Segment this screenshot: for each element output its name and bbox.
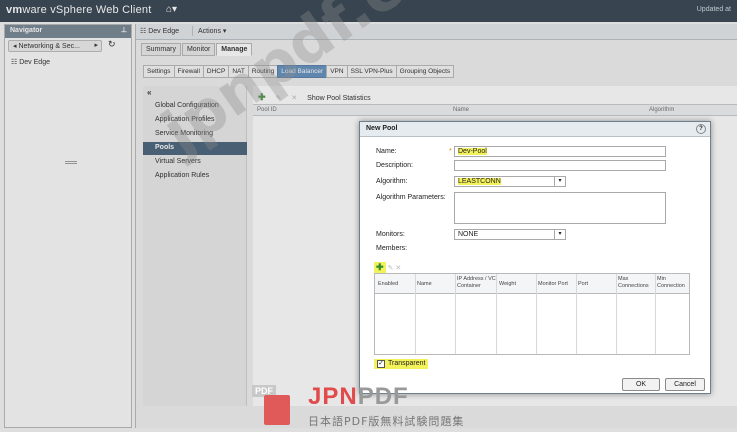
brand-subtitle: 日本語PDF版無料試験問題集 — [308, 415, 465, 428]
column-name[interactable]: Name — [417, 281, 432, 288]
members-table: Enabled Name IP Address / VC Container W… — [374, 273, 690, 355]
column-divider — [616, 274, 617, 354]
transparent-checkbox[interactable]: ✓ Transparent — [374, 359, 429, 369]
column-divider — [455, 274, 456, 354]
column-ip-address[interactable]: IP Address / VC Container — [457, 276, 497, 290]
name-field[interactable]: Dev-Pool — [454, 146, 666, 157]
column-enabled[interactable]: Enabled — [378, 281, 398, 288]
column-monitor-port[interactable]: Monitor Port — [538, 281, 568, 288]
column-divider — [576, 274, 577, 354]
members-toolbar: ✚ ✎ ✕ — [374, 262, 401, 273]
checkmark-icon: ✓ — [377, 360, 385, 368]
algorithm-select[interactable]: LEASTCONN ▾ — [454, 176, 566, 187]
ok-button[interactable]: OK — [622, 378, 660, 391]
column-divider — [496, 274, 497, 354]
column-weight[interactable]: Weight — [499, 281, 516, 288]
members-label: Members: — [376, 245, 408, 252]
new-pool-dialog: New Pool ? Name: * Dev-Pool Description:… — [359, 121, 711, 394]
edit-member-icon[interactable]: ✎ — [388, 265, 394, 272]
required-marker: * — [449, 148, 452, 155]
help-icon[interactable]: ? — [696, 124, 706, 134]
column-max-connections[interactable]: Max Connections — [618, 276, 654, 290]
chevron-down-icon: ▾ — [554, 229, 565, 240]
chevron-down-icon: ▾ — [554, 176, 565, 187]
members-table-header: Enabled Name IP Address / VC Container W… — [375, 274, 689, 294]
column-divider — [655, 274, 656, 354]
monitors-select[interactable]: NONE ▾ — [454, 229, 566, 240]
algorithm-parameters-field[interactable] — [454, 192, 666, 224]
monitors-label: Monitors: — [376, 231, 405, 238]
column-min-connection[interactable]: Min Connection — [657, 276, 691, 290]
dialog-title: New Pool ? — [360, 122, 710, 137]
add-member-icon[interactable]: ✚ — [374, 262, 386, 273]
brand-name: JPNPDF — [308, 383, 409, 410]
cancel-button[interactable]: Cancel — [665, 378, 705, 391]
description-label: Description: — [376, 162, 413, 169]
column-port[interactable]: Port — [578, 281, 588, 288]
name-label: Name: — [376, 148, 397, 155]
algorithm-label: Algorithm: — [376, 178, 408, 185]
jpnpdf-logo: PDF JPNPDF 日本語PDF版無料試験問題集 — [252, 383, 482, 429]
pdf-document-icon: PDF — [252, 383, 298, 429]
column-divider — [415, 274, 416, 354]
algorithm-parameters-label: Algorithm Parameters: — [376, 194, 446, 201]
delete-member-icon[interactable]: ✕ — [395, 265, 401, 272]
column-divider — [536, 274, 537, 354]
description-field[interactable] — [454, 160, 666, 171]
